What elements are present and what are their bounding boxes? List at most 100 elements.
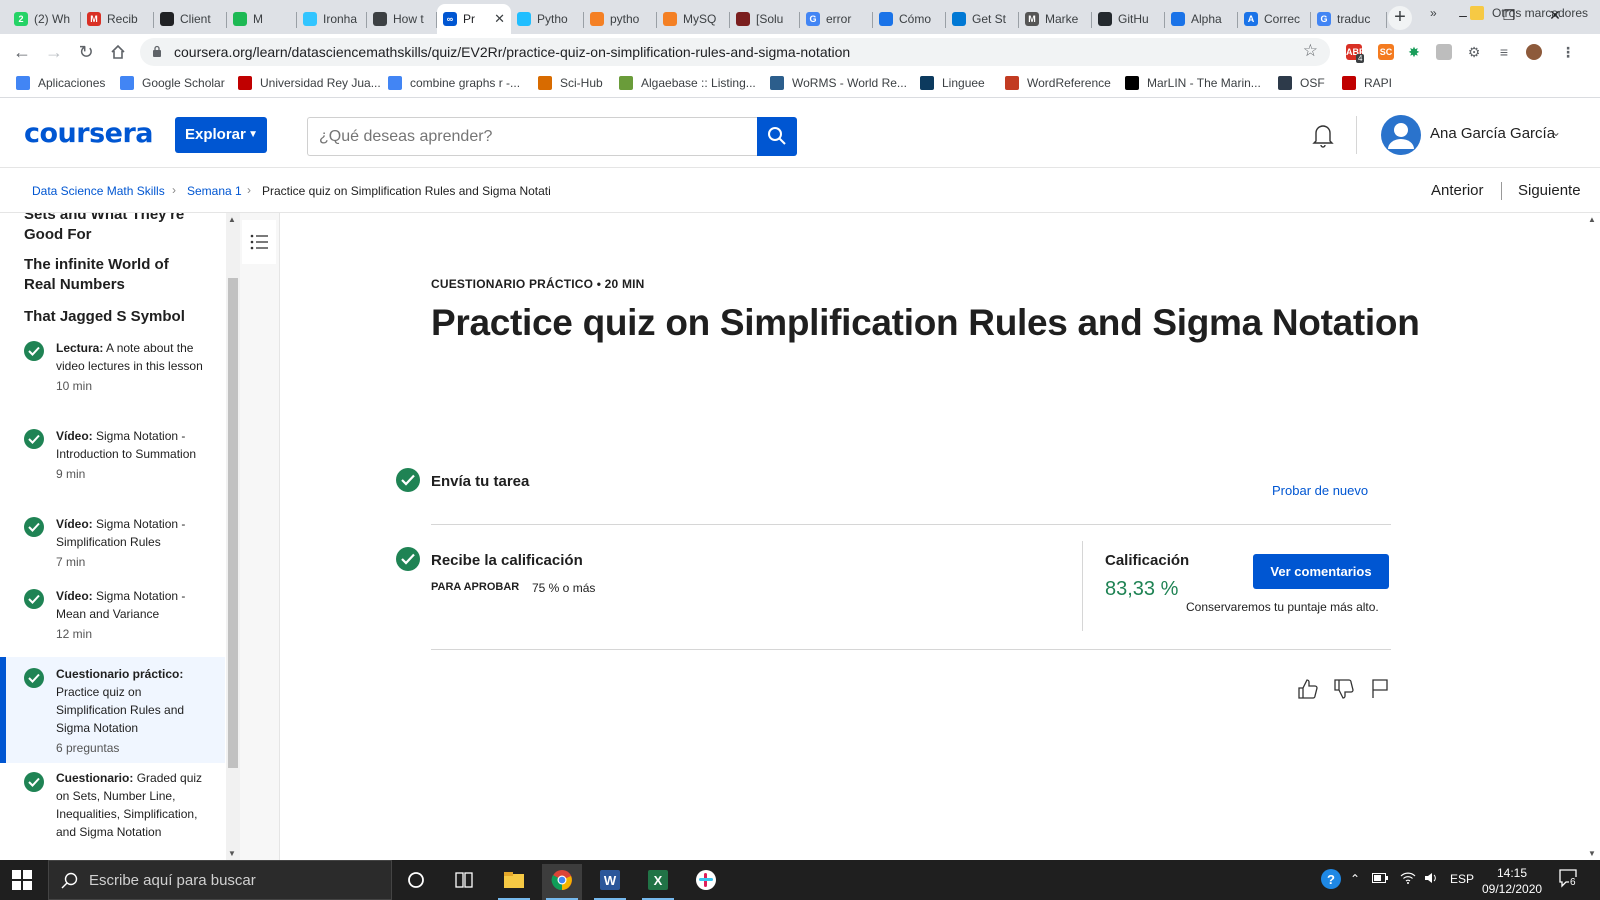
avatar[interactable] xyxy=(1381,115,1421,155)
bookmark-item[interactable]: Aplicaciones xyxy=(16,76,105,90)
browser-tab[interactable]: ∞ Pr ✕ xyxy=(437,4,511,34)
back-arrow-icon[interactable]: ← xyxy=(8,38,36,66)
sidebar-item-video-rules[interactable]: Vídeo: Sigma Notation - Simplification R… xyxy=(0,507,225,575)
sidebar-item-video-intro[interactable]: Vídeo: Sigma Notation - Introduction to … xyxy=(0,419,225,503)
coursera-logo[interactable]: coursera xyxy=(24,118,154,149)
sidebar-item-practice-quiz[interactable]: Cuestionario práctico: Practice quiz on … xyxy=(0,657,225,763)
section-title[interactable]: Sets and What They're Good For xyxy=(24,213,204,245)
shield-extension-icon[interactable] xyxy=(1436,44,1452,60)
bookmark-item[interactable]: Algaebase :: Listing... xyxy=(619,76,756,90)
previous-link[interactable]: Anterior xyxy=(1431,182,1484,199)
cortana-icon[interactable] xyxy=(396,864,436,900)
chrome-icon[interactable] xyxy=(542,864,582,900)
browser-tab[interactable]: [Solu xyxy=(730,4,800,34)
bookmark-item[interactable]: Google Scholar xyxy=(120,76,225,90)
pin-extension-icon[interactable]: ✸ xyxy=(1406,44,1422,60)
bookmark-item[interactable]: WoRMS - World Re... xyxy=(770,76,907,90)
taskbar-search[interactable]: Escribe aquí para buscar xyxy=(48,860,392,900)
reload-icon[interactable]: ↻ xyxy=(72,38,100,66)
toc-toggle-button[interactable] xyxy=(242,220,276,264)
section-title[interactable]: The infinite World of Real Numbers xyxy=(24,255,204,295)
view-feedback-button[interactable]: Ver comentarios xyxy=(1253,554,1389,589)
bookmark-item[interactable]: WordReference xyxy=(1005,76,1111,90)
chrome-menu-icon[interactable]: ⋮ xyxy=(1560,44,1576,60)
scroll-down-arrow-icon[interactable]: ▼ xyxy=(228,849,236,858)
scroll-up-arrow-icon[interactable]: ▲ xyxy=(1588,215,1596,224)
profile-avatar-icon[interactable] xyxy=(1526,44,1542,60)
browser-tab[interactable]: Ironha xyxy=(297,4,367,34)
browser-tab[interactable]: 2 (2) Wh xyxy=(8,4,81,34)
scroll-up-arrow-icon[interactable]: ▲ xyxy=(228,215,236,224)
address-bar[interactable]: coursera.org/learn/datasciencemathskills… xyxy=(140,38,1330,66)
forward-arrow-icon[interactable]: → xyxy=(40,38,68,66)
browser-tab[interactable]: M Marke xyxy=(1019,4,1092,34)
windows-start-icon[interactable] xyxy=(12,870,32,890)
breadcrumb-week[interactable]: Semana 1 xyxy=(187,184,242,198)
file-explorer-icon[interactable] xyxy=(494,864,534,900)
bookmark-item[interactable]: MarLIN - The Marin... xyxy=(1125,76,1261,90)
browser-tab[interactable]: GitHu xyxy=(1092,4,1165,34)
retry-link[interactable]: Probar de nuevo xyxy=(1272,483,1368,498)
main-scrollbar[interactable]: ▲ ▼ xyxy=(1584,213,1600,861)
scihub-extension-icon[interactable]: SC xyxy=(1378,44,1394,60)
user-name[interactable]: Ana García García xyxy=(1430,125,1555,142)
next-link[interactable]: Siguiente xyxy=(1518,182,1581,199)
browser-tab[interactable]: Cómo xyxy=(873,4,946,34)
other-bookmarks-folder[interactable]: Otros marcadores xyxy=(1470,6,1588,20)
browser-tab[interactable]: A Correc xyxy=(1238,4,1311,34)
notifications-bell-icon[interactable] xyxy=(1311,122,1335,148)
home-icon[interactable] xyxy=(104,38,132,66)
browser-tab[interactable]: pytho xyxy=(584,4,657,34)
browser-tab[interactable]: M xyxy=(227,4,297,34)
battery-icon[interactable] xyxy=(1372,872,1388,886)
sidebar-scrollbar[interactable]: ▲ ▼ xyxy=(226,213,240,861)
bookmark-item[interactable]: RAPI xyxy=(1342,76,1392,90)
browser-tab[interactable]: Gerror xyxy=(800,4,873,34)
flag-icon[interactable] xyxy=(1368,677,1392,701)
bookmark-item[interactable]: Linguee xyxy=(920,76,985,90)
bookmark-item[interactable]: OSF xyxy=(1278,76,1325,90)
scroll-down-arrow-icon[interactable]: ▼ xyxy=(1588,849,1596,858)
bookmark-star-icon[interactable]: ☆ xyxy=(1303,41,1318,61)
volume-icon[interactable] xyxy=(1424,872,1440,887)
tray-chevron-up-icon[interactable]: ⌃ xyxy=(1350,872,1360,886)
help-icon[interactable]: ? xyxy=(1320,868,1342,893)
sidebar-item-video-mean[interactable]: Vídeo: Sigma Notation - Mean and Varianc… xyxy=(0,579,225,647)
sidebar-item-lecture-note[interactable]: Lectura: A note about the video lectures… xyxy=(0,331,225,415)
bookmark-item[interactable]: Sci-Hub xyxy=(538,76,603,90)
wifi-icon[interactable] xyxy=(1400,872,1416,887)
explore-button[interactable]: Explorar ▼ xyxy=(175,117,267,153)
browser-tab[interactable]: Client xyxy=(154,4,227,34)
thumbs-down-icon[interactable] xyxy=(1332,677,1356,701)
section-title[interactable]: That Jagged S Symbol xyxy=(24,307,204,327)
bookmark-item[interactable]: combine graphs r -... xyxy=(388,76,520,90)
browser-tab[interactable]: Get St xyxy=(946,4,1019,34)
browser-tab[interactable]: Pytho xyxy=(511,4,584,34)
browser-tab[interactable]: M Recib xyxy=(81,4,154,34)
task-view-icon[interactable] xyxy=(444,864,484,900)
clock-time[interactable]: 14:15 xyxy=(1497,866,1527,880)
chevron-down-icon[interactable]: ⌄ xyxy=(1551,125,1561,139)
search-input[interactable] xyxy=(307,117,758,156)
bookmark-item[interactable]: Universidad Rey Jua... xyxy=(238,76,381,90)
extensions-puzzle-icon[interactable]: ⚙ xyxy=(1466,44,1482,60)
reading-list-icon[interactable]: ≡ xyxy=(1496,44,1512,60)
search-button[interactable] xyxy=(757,117,797,156)
thumbs-up-icon[interactable] xyxy=(1296,677,1320,701)
browser-tab[interactable]: How t xyxy=(367,4,437,34)
browser-tab[interactable]: MySQ xyxy=(657,4,730,34)
close-tab-icon[interactable]: ✕ xyxy=(494,11,505,27)
input-language[interactable]: ESP xyxy=(1450,872,1474,886)
new-tab-button[interactable]: + xyxy=(1388,6,1412,30)
bookmarks-more-button[interactable]: » xyxy=(1430,6,1437,20)
slack-icon[interactable] xyxy=(686,864,726,900)
word-icon[interactable]: W xyxy=(590,864,630,900)
sidebar-item-graded-quiz[interactable]: Cuestionario: Graded quiz on Sets, Numbe… xyxy=(0,767,225,861)
excel-icon[interactable]: X xyxy=(638,864,678,900)
browser-tab[interactable]: Gtraduc xyxy=(1311,4,1387,34)
scrollbar-thumb[interactable] xyxy=(228,278,238,768)
browser-tab[interactable]: Alpha xyxy=(1165,4,1238,34)
notification-center-icon[interactable]: 6 xyxy=(1558,868,1578,891)
clock-date[interactable]: 09/12/2020 xyxy=(1482,882,1542,896)
breadcrumb-course[interactable]: Data Science Math Skills xyxy=(32,184,165,198)
